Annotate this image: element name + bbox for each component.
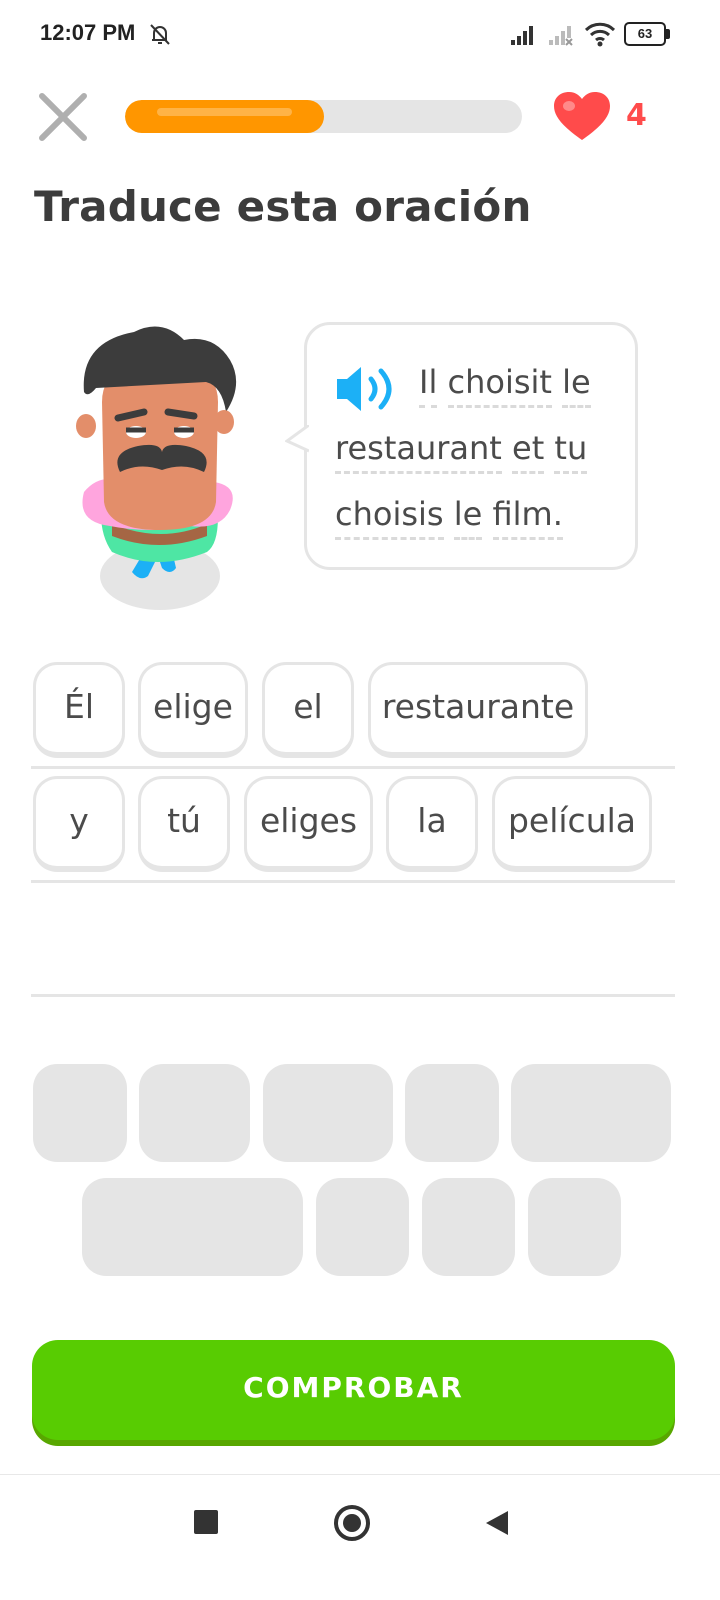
signal-no-sim-icon — [549, 26, 573, 46]
lesson-progress-bar — [125, 100, 522, 133]
signal-icon — [511, 26, 533, 45]
answer-line — [31, 880, 675, 883]
lesson-progress-fill — [125, 100, 324, 133]
prompt-word[interactable]: le — [562, 364, 591, 408]
word-bank-slot — [33, 1064, 127, 1162]
battery-level: 63 — [624, 22, 666, 46]
prompt-word[interactable]: choisis — [335, 496, 444, 540]
answer-tile[interactable]: Él — [33, 662, 125, 758]
answer-tile[interactable]: elige — [138, 662, 248, 758]
close-icon[interactable] — [36, 90, 90, 144]
word-bank-slot — [405, 1064, 499, 1162]
answer-tile[interactable]: el — [262, 662, 354, 758]
battery-icon: 63 — [624, 22, 670, 46]
wifi-icon — [584, 22, 616, 47]
prompt-line-2: restaurant et tu — [335, 429, 588, 474]
home-icon[interactable] — [334, 1505, 370, 1541]
answer-tile[interactable]: película — [492, 776, 652, 872]
prompt-word[interactable]: restaurant — [335, 430, 502, 474]
answer-tile[interactable]: y — [33, 776, 125, 872]
bubble-tail — [285, 425, 309, 453]
speech-bubble: Il choisit le restaurant et tu choisis l… — [285, 322, 638, 570]
navigation-bar — [0, 1474, 720, 1600]
status-bar: 12:07 PM 63 — [0, 0, 720, 70]
hearts-counter[interactable]: 4 — [552, 88, 662, 144]
prompt-word[interactable]: film. — [492, 496, 563, 540]
answer-tile[interactable]: restaurante — [368, 662, 588, 758]
heart-icon — [554, 92, 610, 140]
answer-line — [31, 994, 675, 997]
word-bank-slot — [316, 1178, 409, 1276]
page-title: Traduce esta oración — [34, 182, 532, 231]
answer-tile[interactable]: eliges — [244, 776, 373, 872]
word-bank-slot — [528, 1178, 621, 1276]
character-illustration — [76, 326, 237, 610]
answer-tile[interactable]: la — [386, 776, 478, 872]
recents-icon[interactable] — [194, 1510, 218, 1534]
prompt-line-3: choisis le film. — [335, 495, 563, 540]
speaker-icon[interactable] — [335, 363, 399, 415]
answer-area[interactable]: Él elige el restaurante y tú eliges la p… — [31, 660, 675, 1000]
prompt-word[interactable]: Il — [419, 364, 438, 408]
word-bank-slot — [263, 1064, 393, 1162]
word-bank-slot — [422, 1178, 515, 1276]
lesson-progress-shine — [157, 108, 292, 116]
prompt-word[interactable]: le — [453, 496, 483, 540]
answer-tile[interactable]: tú — [138, 776, 230, 872]
answer-line — [31, 766, 675, 769]
word-bank-slot — [82, 1178, 303, 1276]
check-button[interactable]: COMPROBAR — [32, 1340, 675, 1440]
prompt-word[interactable]: et — [512, 430, 545, 474]
prompt-word[interactable]: tu — [554, 430, 588, 474]
prompt-line-1: Il choisit le — [419, 363, 591, 408]
prompt-word[interactable]: choisit — [447, 364, 552, 408]
back-icon[interactable] — [484, 1509, 510, 1537]
hearts-count: 4 — [626, 98, 647, 133]
status-time: 12:07 PM — [40, 20, 136, 45]
word-bank-slot — [511, 1064, 671, 1162]
word-bank-slot — [139, 1064, 250, 1162]
bell-off-icon — [150, 24, 170, 45]
